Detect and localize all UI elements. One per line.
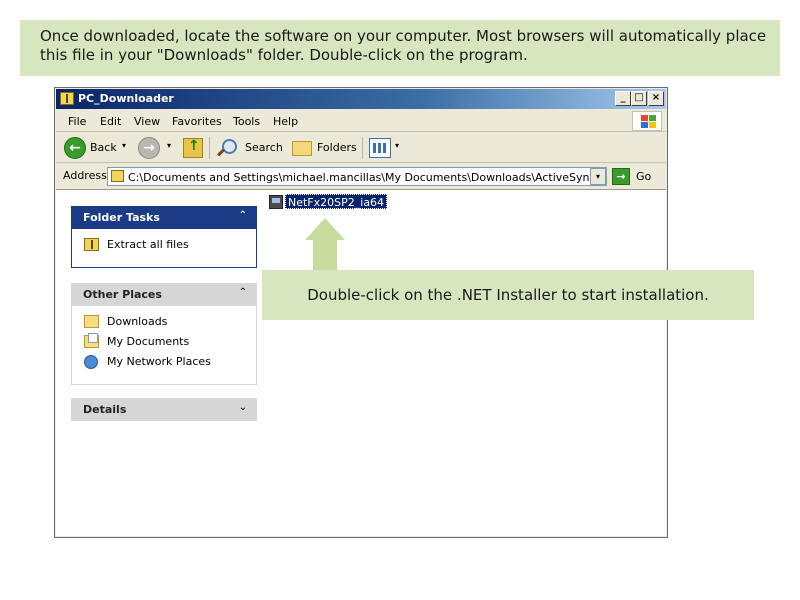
back-arrow-icon[interactable]: ← [64,137,86,159]
windows-logo-icon [632,111,662,131]
address-bar: Address C:\Documents and Settings\michae… [56,164,666,188]
title-bar[interactable]: PC_Downloader _ □ × [56,89,666,109]
place-label[interactable]: My Documents [107,335,189,348]
menu-help[interactable]: Help [273,115,298,128]
zip-folder-icon [111,170,124,182]
address-input[interactable]: C:\Documents and Settings\michael.mancil… [107,167,607,186]
task-extract-all[interactable]: Extract all files [84,237,256,257]
menu-file[interactable]: File [68,115,86,128]
place-label[interactable]: Downloads [107,315,167,328]
folders-icon[interactable] [292,141,312,156]
folder-tasks-header[interactable]: Folder Tasks ⌃ [71,206,257,229]
views-dropdown-icon[interactable]: ▾ [395,141,399,150]
arrow-head [305,218,345,240]
address-path[interactable]: C:\Documents and Settings\michael.mancil… [128,171,596,184]
menu-tools[interactable]: Tools [233,115,260,128]
details-title: Details [83,403,127,416]
file-name[interactable]: NetFx20SP2_ia64 [285,194,388,209]
arrow-shaft [313,240,337,270]
instruction-banner: Once downloaded, locate the software on … [20,20,780,76]
views-icon[interactable] [369,138,391,158]
menu-edit[interactable]: Edit [100,115,121,128]
folder-content-area: Folder Tasks ⌃ Extract all files Other P… [56,189,666,536]
go-button-label[interactable]: Go [636,170,651,183]
toolbar-separator [209,137,210,159]
search-button-label[interactable]: Search [245,141,283,154]
place-downloads[interactable]: Downloads [84,314,256,334]
back-button-label[interactable]: Back [90,141,117,154]
instruction-text: Once downloaded, locate the software on … [40,27,767,64]
installer-icon [269,195,283,209]
folder-icon [84,315,99,328]
search-icon[interactable] [216,138,237,158]
zip-folder-icon [84,238,99,251]
place-my-network-places[interactable]: My Network Places [84,354,256,374]
folder-tasks-title: Folder Tasks [83,211,160,224]
folders-button-label[interactable]: Folders [317,141,357,154]
standard-toolbar: ← Back ▾ → ▾ Search Folders ▾ [56,133,666,163]
my-documents-icon [84,333,99,348]
folder-tasks-body: Extract all files [71,229,257,268]
go-arrow-icon[interactable]: → [612,168,630,185]
network-places-icon [84,355,98,369]
installer-callout: Double-click on the .NET Installer to st… [262,270,754,320]
zip-folder-icon [60,92,74,105]
details-header[interactable]: Details ⌄ [71,398,257,421]
close-button[interactable]: × [648,91,664,106]
address-label: Address [63,169,107,182]
forward-dropdown-icon[interactable]: ▾ [167,141,171,150]
collapse-chevron-icon[interactable]: ⌃ [239,210,247,221]
back-dropdown-icon[interactable]: ▾ [122,141,126,150]
other-places-header[interactable]: Other Places ⌃ [71,283,257,306]
menu-bar: File Edit View Favorites Tools Help [56,110,666,132]
callout-text: Double-click on the .NET Installer to st… [307,286,709,304]
place-my-documents[interactable]: My Documents [84,333,256,354]
up-folder-icon[interactable] [183,138,203,158]
details-panel: Details ⌄ [71,398,257,421]
minimize-button[interactable]: _ [615,91,631,106]
collapse-chevron-icon[interactable]: ⌃ [239,287,247,298]
other-places-body: Downloads My Documents My Network Places [71,306,257,385]
menu-view[interactable]: View [134,115,160,128]
folder-tasks-panel: Folder Tasks ⌃ Extract all files [71,206,257,268]
address-dropdown-icon[interactable]: ▾ [590,168,606,185]
other-places-title: Other Places [83,288,162,301]
forward-arrow-icon[interactable]: → [138,137,160,159]
toolbar-separator [362,137,363,159]
window-title: PC_Downloader [78,92,174,105]
menu-favorites[interactable]: Favorites [172,115,222,128]
other-places-panel: Other Places ⌃ Downloads My Documents My… [71,283,257,385]
expand-chevron-icon[interactable]: ⌄ [239,402,247,413]
maximize-button[interactable]: □ [631,91,647,106]
task-label[interactable]: Extract all files [107,238,189,251]
place-label[interactable]: My Network Places [107,355,211,368]
pointer-arrow [305,218,345,270]
